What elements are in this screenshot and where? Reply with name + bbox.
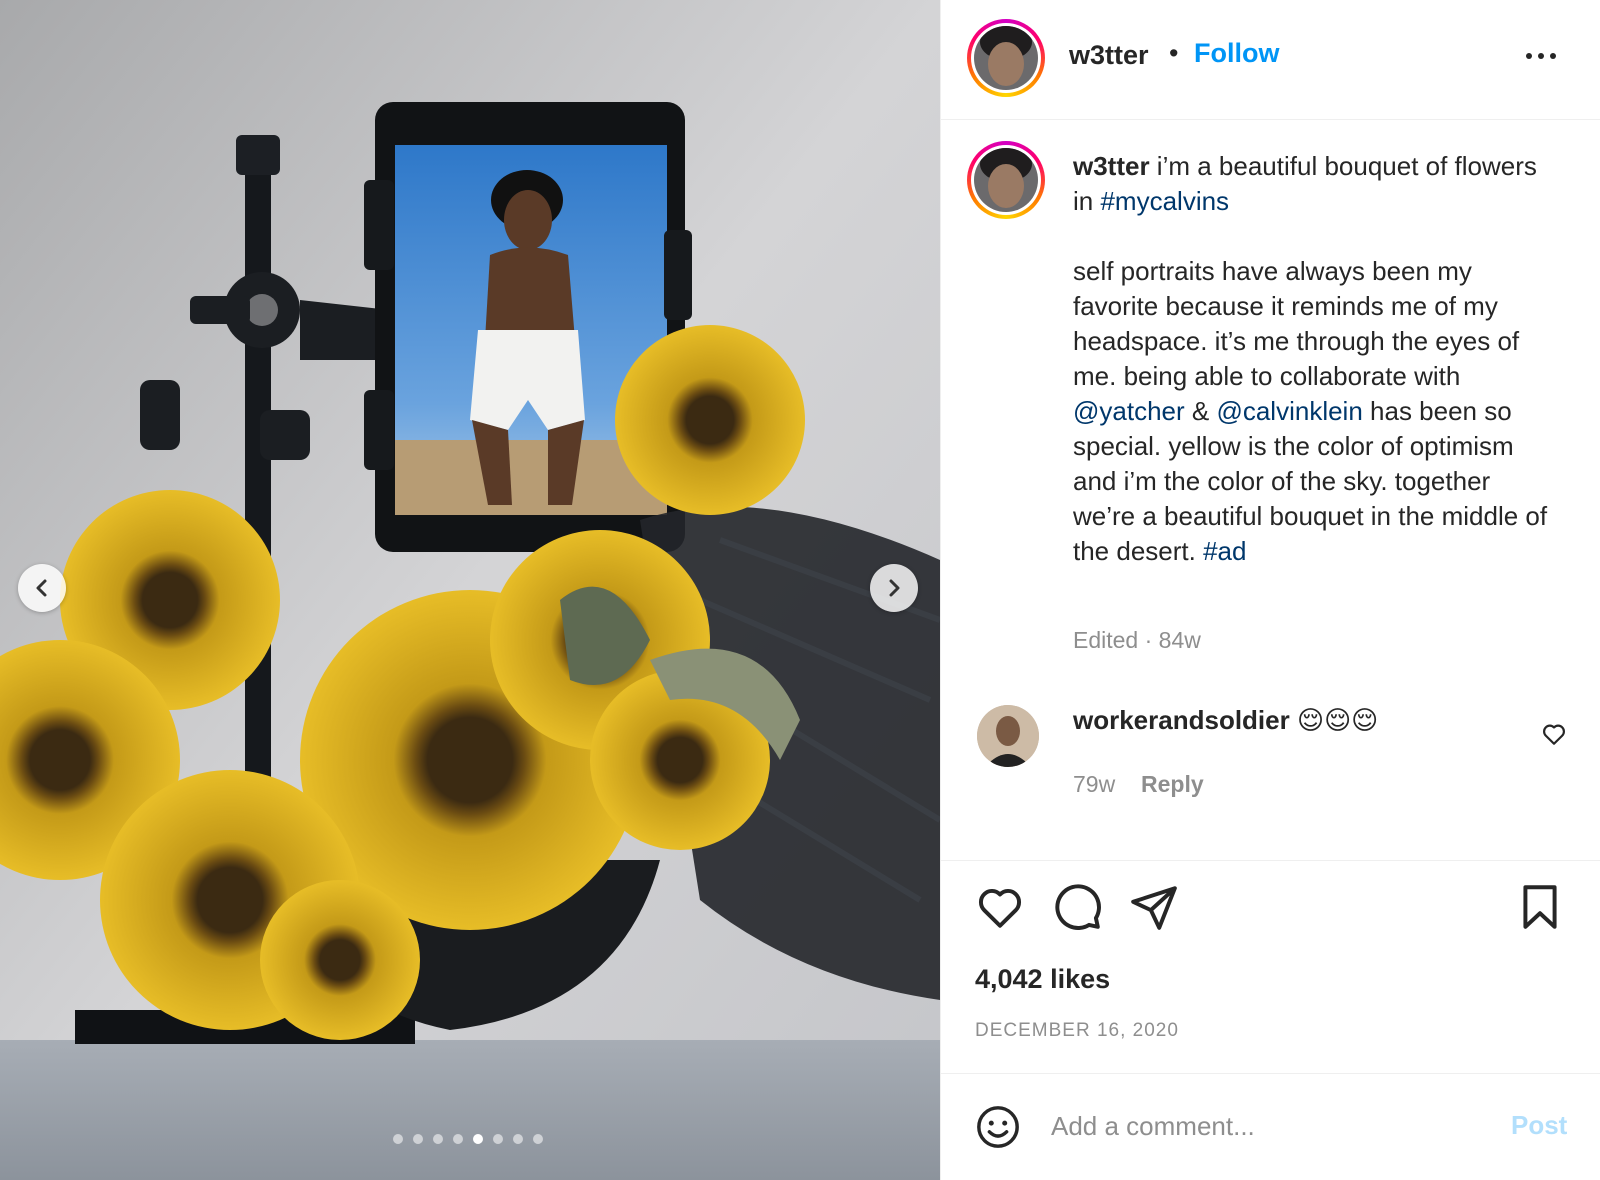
author-avatar[interactable] [967,19,1045,97]
avatar-image [974,148,1038,212]
commenter-username[interactable]: workerandsoldier [1073,705,1290,735]
comment-bubble-icon[interactable] [1053,882,1103,932]
carousel-dot [433,1134,443,1144]
chevron-right-icon [889,579,900,597]
likes-count[interactable]: 4,042 likes [975,964,1110,995]
add-comment-bar: Post [941,1073,1600,1180]
post-comment-button[interactable]: Post [1511,1110,1567,1141]
comment-body: workerandsoldier 😌😌😌 [1073,705,1378,736]
mention-link[interactable]: @yatcher [1073,396,1185,426]
avatar-image [974,26,1038,90]
mention-link[interactable]: @calvinklein [1216,396,1362,426]
bookmark-icon[interactable] [1515,882,1565,932]
caption-meta: Edited · 84w [1073,627,1201,653]
hashtag-link[interactable]: #mycalvins [1100,186,1229,216]
caption-amp: & [1184,396,1217,426]
emoji-smiley-icon[interactable] [975,1104,1021,1150]
caption-section: w3tter i’m a beautiful bouquet of flower… [941,121,1600,861]
caption-avatar[interactable] [967,141,1045,219]
carousel-dot [533,1134,543,1144]
chevron-left-icon [36,579,47,597]
carousel-prev-button[interactable] [18,564,66,612]
reply-button[interactable]: Reply [1141,771,1204,798]
caption-body: self portraits have always been my favor… [1073,256,1520,391]
comment-time: 79w [1073,771,1116,797]
author-username[interactable]: w3tter [1069,40,1149,71]
post-date: DECEMBER 16, 2020 [975,1020,1179,1041]
post-media[interactable] [0,0,940,1180]
actions-divider [941,860,1600,861]
heart-icon[interactable] [1541,721,1567,747]
comment-input[interactable] [1051,1098,1471,1154]
post-header: w3tter • Follow [941,0,1600,120]
carousel-dot [493,1134,503,1144]
caption-username[interactable]: w3tter [1073,151,1150,181]
carousel-next-button[interactable] [870,564,918,612]
carousel-dot [473,1134,483,1144]
avatar-image [977,705,1039,767]
post-side-panel: w3tter • Follow w3tter i’m a beautiful b… [940,0,1600,1180]
carousel-dot [393,1134,403,1144]
caption-text: w3tter i’m a beautiful bouquet of flower… [1073,149,1553,569]
follow-button[interactable]: Follow [1194,38,1279,69]
post-photo [0,0,940,1180]
share-send-icon[interactable] [1129,882,1179,932]
carousel-dot [413,1134,423,1144]
carousel-indicator [393,1134,543,1144]
comment-emoji: 😌😌😌 [1296,705,1379,735]
commenter-avatar[interactable] [977,705,1039,767]
carousel-dot [453,1134,463,1144]
hashtag-link[interactable]: #ad [1203,536,1246,566]
separator-dot: • [1169,38,1179,68]
more-options-icon[interactable] [1521,44,1561,68]
like-heart-icon[interactable] [975,882,1025,932]
carousel-dot [513,1134,523,1144]
